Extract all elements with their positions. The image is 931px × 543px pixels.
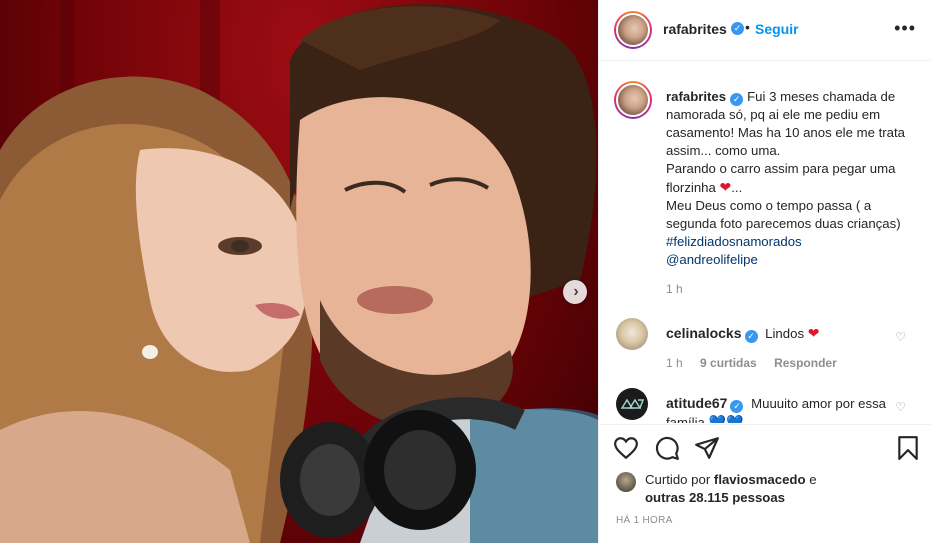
caption-mention[interactable]: @andreolifelipe (666, 252, 758, 267)
likes-prefix: Curtido por (645, 472, 711, 487)
blue-heart-emoji: 💙💙 (708, 414, 744, 423)
verified-icon: ✓ (731, 22, 744, 35)
likes-others[interactable]: outras 28.115 pessoas (645, 490, 785, 505)
likes-conjunction: e (809, 472, 817, 487)
separator-dot: • (745, 19, 750, 35)
commenter-username[interactable]: atitude67 (666, 395, 727, 411)
commenter-logo-icon (620, 398, 645, 409)
next-photo-button[interactable]: › (563, 280, 587, 304)
caption-avatar[interactable] (614, 81, 652, 119)
author-username[interactable]: rafabrites (663, 21, 727, 37)
caption-line-3: Meu Deus como o tempo passa ( a segunda … (666, 198, 901, 231)
verified-icon: ✓ (744, 330, 758, 343)
author-avatar[interactable] (614, 11, 652, 49)
comment-meta: 1 h 9 curtidas Responder (666, 356, 851, 370)
verified-icon: ✓ (730, 400, 744, 413)
caption-hashtag[interactable]: #felizdiadosnamorados (666, 234, 802, 249)
likes-text: Curtido por flaviosmacedo e outras 28.11… (645, 471, 915, 507)
caption-text: rafabrites ✓ Fui 3 meses chamada de namora… (666, 88, 918, 269)
commenter-avatar[interactable] (616, 388, 648, 420)
like-comment-heart-icon[interactable]: ♡ (895, 330, 906, 344)
post-timestamp[interactable]: HÁ 1 HORA (616, 515, 673, 526)
liker-username[interactable]: flaviosmacedo (714, 472, 806, 487)
chevron-right-icon: › (573, 283, 579, 300)
caption-username[interactable]: rafabrites (666, 89, 726, 104)
follow-button[interactable]: Seguir (755, 21, 799, 37)
post-photo[interactable]: › (0, 0, 598, 543)
post-actions: Curtido por flaviosmacedo e outras 28.11… (599, 424, 931, 543)
comment-time: 1 h (666, 356, 683, 370)
more-options-icon[interactable]: ••• (894, 18, 916, 39)
like-heart-icon[interactable] (613, 435, 639, 461)
verified-icon: ✓ (730, 93, 744, 106)
commenter-username[interactable]: celinalocks (666, 325, 742, 341)
commenter-avatar[interactable] (616, 318, 648, 350)
post-panel: rafabrites ✓ • Seguir ••• rafabrites ✓ Fui… (598, 0, 931, 543)
comment-item: celinalocks ✓ Lindos ❤ 1 h 9 curtidas Res… (599, 318, 931, 378)
red-heart-emoji: ❤ (807, 325, 820, 341)
post-header: rafabrites ✓ • Seguir ••• (599, 0, 931, 61)
comments-list[interactable]: rafabrites ✓ Fui 3 meses chamada de namora… (599, 62, 931, 423)
share-icon[interactable] (694, 435, 720, 461)
comment-text: atitude67 ✓ Muuuito amor por essa família… (666, 394, 896, 423)
comment-likes[interactable]: 9 curtidas (700, 356, 757, 370)
red-heart-emoji: ❤ (719, 179, 732, 195)
caption-line-2-end: ... (731, 180, 743, 195)
caption-line-2: Parando o carro assim para pegar uma flo… (666, 161, 896, 195)
save-bookmark-icon[interactable] (895, 435, 921, 461)
photo-illustration (0, 0, 598, 543)
comment-icon[interactable] (654, 435, 680, 461)
comment-item: atitude67 ✓ Muuuito amor por essa família… (599, 388, 931, 423)
reply-button[interactable]: Responder (774, 356, 837, 370)
caption-time: 1 h (666, 282, 683, 296)
comment-text: celinalocks ✓ Lindos ❤ (666, 324, 896, 343)
liker-avatar[interactable] (616, 472, 636, 492)
comment-body: Lindos (765, 326, 805, 341)
like-comment-heart-icon[interactable]: ♡ (895, 400, 906, 414)
